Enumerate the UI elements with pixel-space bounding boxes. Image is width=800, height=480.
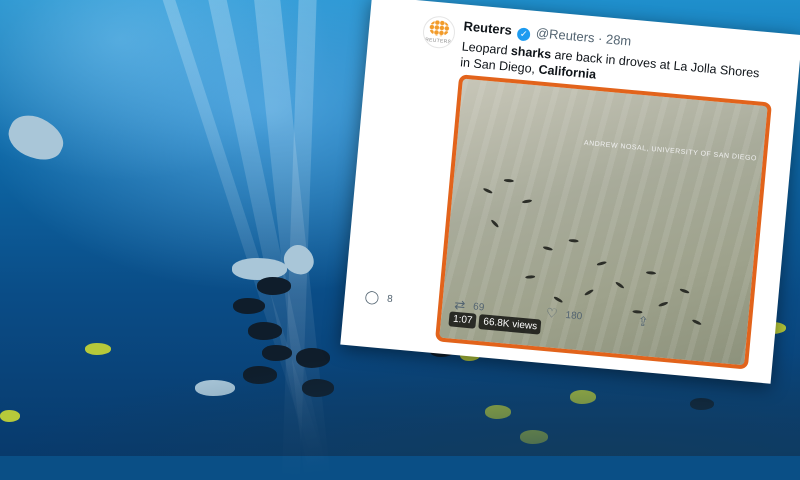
tweet-video[interactable]: ANDREW NOSAL, UNIVERSITY OF SAN DIEGO 1:…	[434, 74, 772, 370]
tweet-text-bold: sharks	[510, 43, 552, 62]
reuters-logo-icon	[428, 19, 451, 38]
tweet-text-bold: California	[537, 62, 597, 82]
like-count: 180	[565, 309, 583, 322]
reuters-avatar[interactable]: REUTERS	[421, 14, 457, 50]
verified-badge-icon: ✓	[516, 27, 531, 42]
retweet-button[interactable]: ⇄ 69	[454, 297, 485, 316]
fish	[233, 298, 265, 314]
heart-icon: ♡	[545, 305, 559, 322]
avatar-logo-text: REUTERS	[424, 37, 452, 46]
fish	[248, 322, 282, 340]
author-name[interactable]: Reuters	[463, 18, 513, 37]
reply-button[interactable]: ◯ 8	[364, 289, 393, 307]
fish	[257, 277, 291, 295]
like-button[interactable]: ♡ 180	[545, 305, 583, 324]
share-button[interactable]: ⇪	[637, 313, 649, 330]
author-handle[interactable]: @Reuters	[535, 25, 595, 45]
tweet-card[interactable]: REUTERS Reuters ✓ @Reuters · 28m ··· Leo…	[340, 0, 800, 384]
meta-separator: ·	[597, 30, 604, 47]
reply-count: 8	[386, 293, 394, 305]
retweet-count: 69	[472, 300, 485, 313]
share-icon: ⇪	[636, 313, 650, 330]
tweet-time[interactable]: 28m	[605, 31, 632, 48]
fish	[2, 108, 70, 168]
reply-icon: ◯	[364, 288, 380, 305]
retweet-icon: ⇄	[453, 296, 466, 313]
